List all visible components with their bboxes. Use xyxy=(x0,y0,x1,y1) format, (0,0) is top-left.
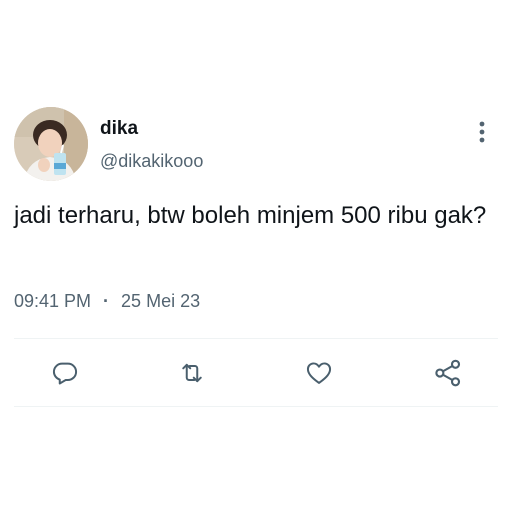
more-options-button[interactable] xyxy=(470,118,494,146)
profile-photo xyxy=(14,107,88,181)
tweet-time: 09:41 PM xyxy=(14,291,92,311)
divider xyxy=(14,338,498,339)
tweet-date: 25 Mei 23 xyxy=(121,291,201,311)
like-button[interactable] xyxy=(304,358,334,388)
user-handle[interactable]: @dikakikooo xyxy=(100,150,203,172)
reply-icon xyxy=(52,362,78,385)
tweet-timestamp[interactable]: 09:41 PM · 25 Mei 23 xyxy=(14,289,200,313)
display-name[interactable]: dika xyxy=(100,118,138,140)
share-icon xyxy=(435,359,461,387)
divider xyxy=(14,406,498,407)
retweet-button[interactable] xyxy=(177,358,207,388)
retweet-icon xyxy=(182,363,202,383)
share-button[interactable] xyxy=(433,358,463,388)
reply-button[interactable] xyxy=(50,358,80,388)
tweet-card: dika @dikakikooo jadi terharu, btw boleh… xyxy=(0,0,512,512)
more-vertical-icon xyxy=(479,121,485,143)
tweet-text: jadi terharu, btw boleh minjem 500 ribu … xyxy=(14,202,487,229)
avatar[interactable] xyxy=(14,107,88,181)
meta-separator: · xyxy=(103,291,110,311)
heart-icon xyxy=(306,362,332,384)
